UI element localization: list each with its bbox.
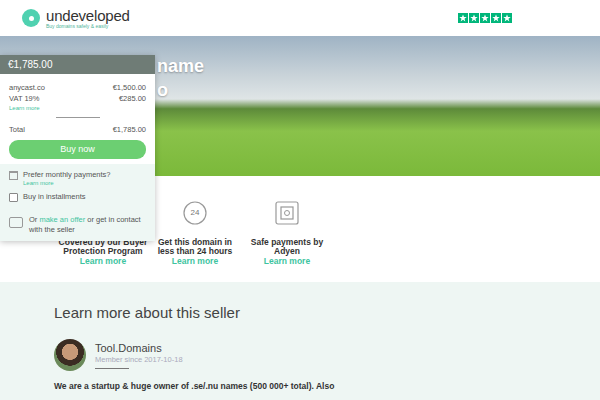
price-line: VAT 19% €285.00	[9, 93, 146, 104]
seller-description: We are a startup & huge owner of .se/.nu…	[54, 381, 546, 391]
monthly-text: Prefer monthly payments?Learn more	[23, 170, 111, 187]
seller-profile: Tool.DomainsMember since 2017-10-18	[54, 339, 546, 371]
underline	[95, 368, 129, 369]
make-offer-link[interactable]: make an offer	[39, 215, 85, 224]
price-breakdown: anycast.co €1,500.00 VAT 19% €285.00Learn m…	[0, 74, 155, 164]
offer-prefix: Or	[29, 215, 37, 224]
star-shape-icon	[459, 14, 467, 22]
monthly-option[interactable]: Prefer monthly payments?Learn more	[9, 170, 146, 187]
line-label: VAT 19%	[9, 93, 39, 104]
trustpilot-rating[interactable]	[458, 13, 512, 23]
star-shape-icon	[470, 14, 478, 22]
feature-learn-more[interactable]: Learn more	[80, 256, 126, 267]
star-shape-icon	[492, 14, 500, 22]
logo-dot-icon	[29, 16, 34, 21]
seller-section: Learn more about this seller Tool.Domains…	[0, 282, 600, 400]
total-line: Total €1,785.00	[9, 124, 146, 135]
avatar-icon	[54, 339, 86, 371]
installments-label: Buy in installments	[23, 192, 86, 201]
member-since: Member since 2017-10-18	[95, 355, 183, 365]
brand-name: undeveloped	[46, 8, 130, 23]
line-label: anycast.co	[9, 82, 45, 93]
logo-text: undevelopedBuy domains safely & easily	[46, 8, 130, 29]
offer-row: Or make an offer or get in contact with …	[0, 211, 155, 241]
chat-icon	[9, 217, 23, 228]
calendar-icon	[9, 171, 18, 180]
feature-learn-more[interactable]: Learn more	[172, 256, 218, 267]
hero-heading: name	[157, 54, 600, 78]
vat-learn-more[interactable]: Learn more	[9, 104, 146, 112]
hero-heading: o	[157, 78, 600, 102]
star-icon	[480, 13, 490, 23]
safe-shape-icon	[274, 200, 300, 226]
monthly-label: Prefer monthly payments?	[23, 170, 111, 179]
feature-learn-more[interactable]: Learn more	[264, 256, 310, 267]
total-label: Total	[9, 124, 25, 135]
feature-title: Get this domain in less than 24 hours	[151, 238, 239, 256]
star-icon	[491, 13, 501, 23]
divider	[56, 117, 100, 118]
price-line: anycast.co €1,500.00	[9, 82, 146, 93]
seller-info: Tool.DomainsMember since 2017-10-18	[95, 342, 183, 369]
star-shape-icon	[481, 14, 489, 22]
clock-icon: 24	[182, 200, 208, 226]
buy-button[interactable]: Buy now	[9, 140, 146, 159]
feature-item: Safe payments by AdyenLearn more	[239, 200, 335, 282]
clock-label: 24	[182, 200, 208, 226]
price-card: €1,785.00 anycast.co €1,500.00 VAT 19% €285.…	[0, 55, 155, 241]
brand-tagline: Buy domains safely & easily	[46, 23, 130, 29]
line-amount: €1,500.00	[113, 82, 146, 93]
star-icon	[469, 13, 479, 23]
monthly-learn-more[interactable]: Learn more	[23, 179, 111, 187]
feature-title: Safe payments by Adyen	[239, 238, 335, 256]
offer-text: Or make an offer or get in contact with …	[29, 215, 146, 235]
safe-icon	[274, 200, 300, 226]
payment-options: Prefer monthly payments?Learn more Buy in…	[0, 164, 155, 211]
installments-checkbox[interactable]	[9, 193, 18, 202]
logo[interactable]: undevelopedBuy domains safely & easily	[22, 8, 130, 29]
logo-icon	[22, 9, 40, 27]
star-icon	[458, 13, 468, 23]
feature-item: 24 Get this domain in less than 24 hoursL…	[151, 200, 239, 282]
star-shape-icon	[503, 14, 511, 22]
top-bar: undevelopedBuy domains safely & easily	[0, 0, 600, 36]
line-amount: €285.00	[119, 93, 146, 104]
installments-option[interactable]: Buy in installments	[9, 192, 146, 202]
card-price: €1,785.00	[0, 55, 155, 74]
star-icon	[502, 13, 512, 23]
total-amount: €1,785.00	[113, 124, 146, 135]
seller-name[interactable]: Tool.Domains	[95, 342, 183, 355]
seller-heading: Learn more about this seller	[54, 304, 546, 322]
